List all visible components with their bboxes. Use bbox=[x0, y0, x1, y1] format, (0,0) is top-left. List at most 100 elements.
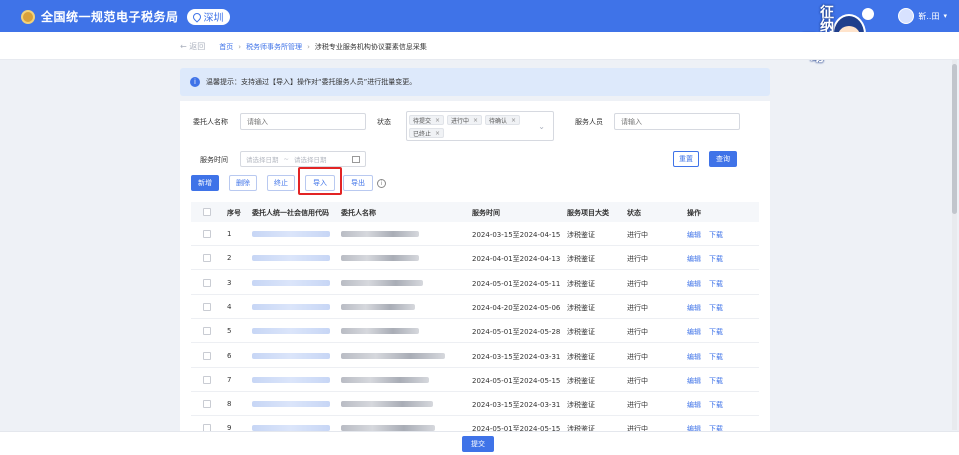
chevron-down-icon: ▾ bbox=[943, 12, 947, 20]
row-category: 涉税鉴证 bbox=[567, 231, 595, 239]
import-highlight-box bbox=[298, 167, 342, 195]
row-category: 涉税鉴证 bbox=[567, 352, 595, 361]
row-no: 4 bbox=[227, 302, 232, 311]
user-menu[interactable]: 靳..田 ▾ bbox=[898, 8, 947, 24]
row-no: 8 bbox=[227, 400, 232, 409]
download-link[interactable]: 下载 bbox=[709, 400, 723, 410]
edit-link[interactable]: 编辑 bbox=[687, 400, 701, 410]
credit-code-redacted bbox=[252, 231, 330, 237]
status-tag[interactable]: 待提交 × bbox=[409, 115, 445, 125]
edit-link[interactable]: 编辑 bbox=[687, 376, 701, 386]
row-checkbox[interactable] bbox=[203, 230, 211, 238]
row-status: 进行中 bbox=[627, 279, 648, 288]
row-checkbox[interactable] bbox=[203, 375, 211, 384]
edit-link[interactable]: 编辑 bbox=[687, 352, 701, 362]
row-checkbox[interactable] bbox=[203, 302, 211, 311]
row-checkbox[interactable] bbox=[203, 400, 211, 409]
reset-button[interactable]: 重置 bbox=[673, 151, 699, 167]
select-all-checkbox[interactable] bbox=[203, 208, 211, 216]
status-tag[interactable]: 待确认 × bbox=[485, 115, 521, 125]
credit-code-redacted bbox=[252, 376, 330, 383]
delete-button[interactable]: 删除 bbox=[229, 175, 257, 191]
table-row[interactable]: 3 2024-05-01至2024-05-11 涉税鉴证 进行中 编辑 下载 bbox=[191, 271, 759, 295]
credit-code-redacted bbox=[252, 303, 330, 310]
back-button[interactable]: ← 返回 bbox=[180, 41, 205, 52]
table-row[interactable]: 2 2024-04-01至2024-04-13 涉税鉴证 进行中 编辑 下载 bbox=[191, 246, 759, 271]
add-button[interactable]: 新增 bbox=[191, 175, 219, 191]
col-no: 序号 bbox=[227, 209, 241, 217]
table-row[interactable]: 7 2024-05-01至2024-05-15 涉税鉴证 进行中 编辑 下载 bbox=[191, 368, 759, 392]
status-label: 状态 bbox=[377, 118, 391, 126]
client-name-input[interactable] bbox=[240, 113, 366, 130]
download-link[interactable]: 下载 bbox=[709, 303, 723, 313]
start-date[interactable]: 请选择日期 bbox=[246, 154, 279, 164]
edit-link[interactable]: 编辑 bbox=[687, 279, 701, 289]
staff-input[interactable] bbox=[614, 113, 740, 130]
download-link[interactable]: 下载 bbox=[709, 230, 723, 240]
client-name-redacted bbox=[341, 231, 419, 237]
client-name-redacted bbox=[341, 328, 419, 335]
client-name-redacted bbox=[341, 255, 419, 262]
row-checkbox[interactable] bbox=[203, 351, 211, 360]
end-date[interactable]: 请选择日期 bbox=[294, 154, 327, 164]
help-icon[interactable]: i bbox=[377, 179, 386, 188]
row-service-time: 2024-04-01至2024-04-13 bbox=[472, 255, 561, 264]
service-time-range[interactable]: 请选择日期 ~ 请选择日期 bbox=[240, 151, 366, 167]
breadcrumb-separator: › bbox=[238, 42, 242, 51]
download-link[interactable]: 下载 bbox=[709, 327, 723, 337]
client-name-redacted bbox=[341, 352, 445, 359]
terminate-button[interactable]: 终止 bbox=[267, 175, 295, 191]
row-checkbox[interactable] bbox=[203, 278, 211, 287]
breadcrumb-firm-management[interactable]: 税务师事务所管理 bbox=[246, 42, 302, 52]
search-button[interactable]: 查询 bbox=[709, 151, 737, 167]
edit-link[interactable]: 编辑 bbox=[687, 303, 701, 313]
col-actions: 操作 bbox=[687, 209, 701, 217]
table-row[interactable]: 5 2024-05-01至2024-05-28 涉税鉴证 进行中 编辑 下载 bbox=[191, 319, 759, 344]
city-selector[interactable]: 深圳 bbox=[186, 8, 230, 25]
client-name-label: 委托人名称 bbox=[193, 118, 228, 126]
credit-code-redacted bbox=[252, 279, 330, 286]
close-icon: × bbox=[435, 129, 441, 137]
download-link[interactable]: 下载 bbox=[709, 279, 723, 289]
credit-code-redacted bbox=[252, 401, 330, 408]
row-category: 涉税鉴证 bbox=[567, 303, 595, 312]
row-checkbox[interactable] bbox=[203, 327, 211, 336]
breadcrumb-current: 涉税专业服务机构协议要素信息采集 bbox=[314, 42, 427, 51]
service-time-label: 服务时间 bbox=[200, 156, 228, 164]
row-status: 进行中 bbox=[627, 401, 648, 410]
row-service-time: 2024-05-01至2024-05-11 bbox=[472, 279, 561, 288]
edit-link[interactable]: 编辑 bbox=[687, 254, 701, 264]
tax-emblem-icon bbox=[21, 9, 35, 24]
export-button[interactable]: 导出 bbox=[343, 175, 373, 191]
table-row[interactable]: 1 2024-03-15至2024-04-15 涉税鉴证 进行中 编辑 下载 bbox=[191, 222, 759, 246]
city-label: 深圳 bbox=[203, 13, 224, 24]
submit-button[interactable]: 提交 bbox=[462, 436, 494, 452]
table-row[interactable]: 8 2024-03-15至2024-03-31 涉税鉴证 进行中 编辑 下载 bbox=[191, 392, 759, 417]
avatar bbox=[898, 8, 915, 24]
scrollbar-thumb[interactable] bbox=[952, 64, 957, 214]
status-multiselect[interactable]: 待提交 × 进行中 × 待确认 × 已终止 × ⌄ bbox=[406, 111, 554, 141]
row-service-time: 2024-03-15至2024-03-31 bbox=[472, 401, 561, 410]
app-title: 全国统一规范电子税务局 bbox=[41, 10, 179, 24]
table-row[interactable]: 6 2024-03-15至2024-03-31 涉税鉴证 进行中 编辑 下载 bbox=[191, 344, 759, 368]
breadcrumb-home[interactable]: 首页 bbox=[219, 42, 233, 52]
download-link[interactable]: 下载 bbox=[709, 352, 723, 362]
row-status: 进行中 bbox=[627, 255, 648, 264]
table-header: 序号 委托人统一社会信用代码 委托人名称 服务时间 服务项目大类 状态 操作 bbox=[191, 202, 759, 222]
brand[interactable]: 全国统一规范电子税务局 深圳 bbox=[21, 8, 230, 25]
main-panel: 委托人名称 状态 待提交× 进行中× 待确认× 已终止× ⌄ 服务人员 服务时间… bbox=[180, 101, 770, 441]
row-no: 3 bbox=[227, 278, 232, 287]
status-tag[interactable]: 进行中 × bbox=[447, 115, 483, 125]
edit-link[interactable]: 编辑 bbox=[687, 327, 701, 337]
row-no: 6 bbox=[227, 351, 232, 360]
row-checkbox[interactable] bbox=[203, 254, 211, 263]
edit-link[interactable]: 编辑 bbox=[687, 230, 701, 240]
row-no: 7 bbox=[227, 375, 232, 384]
col-category: 服务项目大类 bbox=[567, 209, 609, 217]
row-no: 1 bbox=[227, 230, 232, 238]
download-link[interactable]: 下载 bbox=[709, 376, 723, 386]
table-row[interactable]: 4 2024-04-20至2024-05-06 涉税鉴证 进行中 编辑 下载 bbox=[191, 295, 759, 319]
row-no: 2 bbox=[227, 254, 232, 263]
download-link[interactable]: 下载 bbox=[709, 254, 723, 264]
status-tag[interactable]: 已终止 × bbox=[409, 128, 445, 138]
